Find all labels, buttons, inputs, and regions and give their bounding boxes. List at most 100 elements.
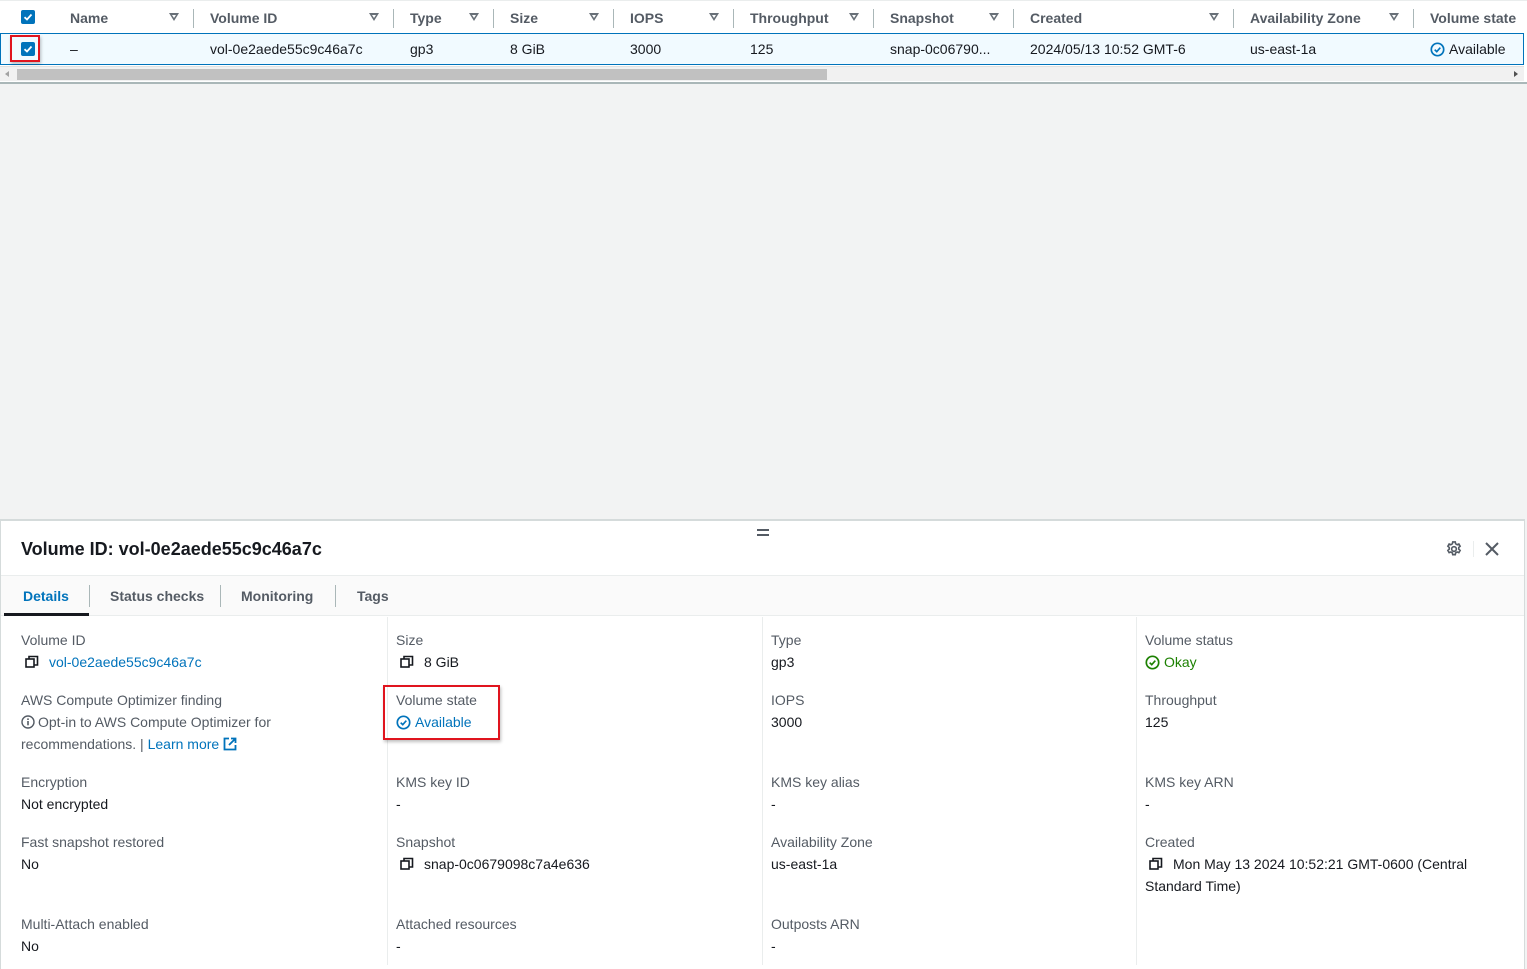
sort-icon[interactable] <box>589 13 599 21</box>
column-header-snapshot[interactable]: Snapshot <box>890 1 980 34</box>
column-label: Size <box>510 9 539 26</box>
field-type: Type gp3 <box>771 629 801 673</box>
column-resizer[interactable] <box>873 9 874 28</box>
column-header-name[interactable]: Name <box>70 1 170 34</box>
field-label: AWS Compute Optimizer finding <box>21 692 222 708</box>
column-header-size[interactable]: Size <box>510 1 570 34</box>
created-value: Mon May 13 2024 10:52:21 GMT-0600 (Centr… <box>1145 856 1468 894</box>
close-icon[interactable] <box>1484 541 1500 557</box>
column-divider <box>387 617 388 965</box>
scroll-left-arrow-icon[interactable] <box>5 71 9 77</box>
sort-icon[interactable] <box>989 13 999 21</box>
column-resizer[interactable] <box>733 9 734 28</box>
field-value: Okay <box>1145 651 1233 673</box>
table-row[interactable]: – vol-0e2aede55c9c46a7c gp3 8 GiB 3000 1… <box>0 33 1524 65</box>
size-value: 8 GiB <box>510 41 546 57</box>
column-resizer[interactable] <box>613 9 614 28</box>
field-label: Attached resources <box>396 916 517 932</box>
field-volume-status: Volume status Okay <box>1145 629 1233 673</box>
cell-volume-id[interactable]: vol-0e2aede55c9c46a7c <box>210 34 390 64</box>
panel-actions <box>1445 539 1500 559</box>
sort-icon[interactable] <box>1209 13 1219 21</box>
column-resizer[interactable] <box>393 9 394 28</box>
tab-tags[interactable]: Tags <box>357 576 389 616</box>
field-kms-key-alias: KMS key alias - <box>771 771 860 815</box>
learn-more-link[interactable]: Learn more <box>148 736 220 752</box>
column-header-volume-id[interactable]: Volume ID <box>210 1 360 34</box>
throughput-value: 125 <box>750 41 774 57</box>
field-value: snap-0c0679098c7a4e636 <box>396 853 590 875</box>
copy-icon[interactable] <box>400 857 414 871</box>
field-label: Type <box>771 632 802 648</box>
cell-iops: 3000 <box>630 34 730 64</box>
sort-icon[interactable] <box>469 13 479 21</box>
column-label: Snapshot <box>890 9 954 26</box>
column-header-throughput[interactable]: Throughput <box>750 1 840 34</box>
column-resizer[interactable] <box>1013 9 1014 28</box>
resize-handle-icon[interactable] <box>757 529 769 537</box>
column-header-type[interactable]: Type <box>410 1 460 34</box>
sort-icon[interactable] <box>709 13 719 21</box>
field-value: gp3 <box>771 654 795 670</box>
copy-icon[interactable] <box>400 655 414 669</box>
field-label: KMS key ID <box>396 774 470 790</box>
column-label: Created <box>1030 9 1083 26</box>
column-resizer[interactable] <box>493 9 494 28</box>
field-label: KMS key alias <box>771 774 860 790</box>
column-header-iops[interactable]: IOPS <box>630 1 690 34</box>
column-resizer[interactable] <box>1233 9 1234 28</box>
tab-details[interactable]: Details <box>23 576 69 616</box>
divider <box>1473 541 1474 557</box>
gear-icon[interactable] <box>1445 540 1463 558</box>
copy-icon[interactable] <box>1149 857 1163 871</box>
field-iops: IOPS 3000 <box>771 689 804 733</box>
annotation-highlight <box>10 35 40 62</box>
sort-icon[interactable] <box>169 13 179 21</box>
cell-availability-zone: us-east-1a <box>1250 34 1410 64</box>
sort-icon[interactable] <box>1389 13 1399 21</box>
volumes-table: Name Volume ID Type Size IOPS Throughput… <box>0 0 1527 84</box>
tab-divider <box>335 585 336 607</box>
cell-size: 8 GiB <box>510 34 610 64</box>
tab-status-checks[interactable]: Status checks <box>110 576 204 616</box>
state-value: Available <box>1449 41 1506 57</box>
field-attached-resources: Attached resources - <box>396 913 517 957</box>
external-link-icon[interactable] <box>223 737 237 751</box>
snapshot-value: snap-0c0679098c7a4e636 <box>424 856 590 872</box>
field-label: Multi-Attach enabled <box>21 916 149 932</box>
sort-icon[interactable] <box>849 13 859 21</box>
column-header-created[interactable]: Created <box>1030 1 1190 34</box>
scroll-right-arrow-icon[interactable] <box>1514 71 1518 77</box>
details-grid: Volume ID vol-0e2aede55c9c46a7c AWS Comp… <box>1 617 1524 969</box>
column-divider <box>762 617 763 965</box>
column-label: Volume state <box>1430 9 1517 26</box>
field-label: Fast snapshot restored <box>21 834 165 850</box>
field-value: No <box>21 938 39 954</box>
column-header-volume-state[interactable]: Volume state <box>1430 1 1525 34</box>
column-resizer[interactable] <box>1413 9 1414 28</box>
success-check-circle-icon <box>1145 654 1160 670</box>
field-outposts-arn: Outposts ARN - <box>771 913 860 957</box>
tab-list: Details Status checks Monitoring Tags <box>1 575 1524 616</box>
column-resizer[interactable] <box>193 9 194 28</box>
volume-id-link[interactable]: vol-0e2aede55c9c46a7c <box>210 41 363 57</box>
field-kms-key-id: KMS key ID - <box>396 771 470 815</box>
field-label: Snapshot <box>396 834 456 850</box>
field-value: Mon May 13 2024 10:52:21 GMT-0600 (Centr… <box>1145 853 1505 897</box>
created-value: 2024/05/13 10:52 GMT-6 <box>1030 41 1186 57</box>
field-value: 125 <box>1145 714 1169 730</box>
iops-value: 3000 <box>630 41 662 57</box>
horizontal-scrollbar[interactable] <box>0 66 1524 81</box>
column-label: Throughput <box>750 9 829 26</box>
volume-id-link[interactable]: vol-0e2aede55c9c46a7c <box>49 651 202 673</box>
select-all-cell[interactable] <box>20 1 40 34</box>
tab-monitoring[interactable]: Monitoring <box>241 576 313 616</box>
field-encryption: Encryption Not encrypted <box>21 771 108 815</box>
scrollbar-thumb[interactable] <box>17 69 827 80</box>
field-label: Created <box>1145 834 1195 850</box>
sort-icon[interactable] <box>369 13 379 21</box>
column-header-availability-zone[interactable]: Availability Zone <box>1250 1 1380 34</box>
copy-icon[interactable] <box>25 655 39 669</box>
status-check-circle-icon <box>1430 41 1445 57</box>
select-all-checkbox[interactable] <box>21 10 35 24</box>
